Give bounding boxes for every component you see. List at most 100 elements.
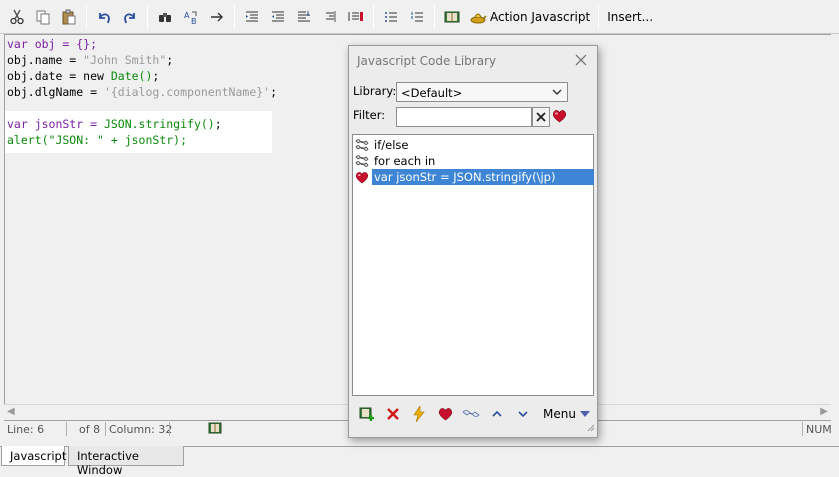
numbered-list-icon[interactable] <box>405 5 429 29</box>
favorite-heart-icon <box>354 169 370 185</box>
move-up-icon[interactable] <box>485 404 509 424</box>
chevron-down-icon <box>579 411 590 417</box>
dialog-title: Javascript Code Library <box>357 54 497 68</box>
goto-icon[interactable] <box>205 5 229 29</box>
code-line[interactable]: obj.date = new Date(); <box>7 68 277 84</box>
toolbar-separator <box>147 4 148 29</box>
status-divider <box>802 422 803 436</box>
code-token: ; <box>166 53 174 67</box>
library-icon[interactable] <box>440 5 464 29</box>
status-line-count: of 8 <box>79 423 101 436</box>
list-item-selected[interactable]: var jsonStr = JSON.stringify(\jp) <box>354 169 594 185</box>
snippet-icon[interactable] <box>459 404 483 424</box>
copy-icon[interactable] <box>31 5 55 29</box>
list-icon[interactable] <box>379 5 403 29</box>
code-token: ; <box>152 69 160 83</box>
undo-icon[interactable] <box>92 5 116 29</box>
format-icon[interactable] <box>292 5 316 29</box>
action-javascript-label: Action Javascript <box>490 9 591 24</box>
status-divider <box>105 422 106 436</box>
add-snippet-icon[interactable] <box>355 404 379 424</box>
snippet-icon <box>354 153 370 169</box>
favorite-heart-icon[interactable] <box>433 404 457 424</box>
action-javascript-button[interactable]: Action Javascript <box>465 5 594 29</box>
code-token: ; <box>270 85 278 99</box>
status-line: Line: 6 <box>7 423 45 436</box>
delete-icon[interactable] <box>381 404 405 424</box>
code-token: Date() <box>110 69 153 83</box>
code-token: obj.name = <box>7 53 84 67</box>
snippet-icon <box>354 137 370 153</box>
filter-label: Filter: <box>353 108 386 122</box>
code-token: obj.date = new <box>7 69 111 83</box>
menu-button[interactable]: Menu <box>543 407 590 421</box>
status-column: Column: 32 <box>109 423 173 436</box>
code-token: var jsonStr = <box>7 117 104 131</box>
favorite-heart-icon[interactable] <box>552 109 567 126</box>
code-line[interactable]: var jsonStr = JSON.stringify(); <box>7 116 277 132</box>
snippet-list[interactable]: if/else for each in var jsonStr = JSON.s… <box>352 134 594 396</box>
library-select-value: <Default> <box>401 86 463 100</box>
bottom-tab-strip: Javascript Interactive Window <box>0 446 839 477</box>
svg-text:B: B <box>191 17 197 25</box>
cut-icon[interactable] <box>5 5 29 29</box>
snippet-label: for each in <box>374 154 436 168</box>
resize-grip-icon[interactable] <box>585 422 595 435</box>
status-num-lock: NUM <box>806 423 832 436</box>
chevron-down-icon <box>552 86 562 100</box>
menu-label: Menu <box>543 407 576 421</box>
toolbar-separator <box>434 4 435 29</box>
tab-interactive-window-label: Interactive Window <box>77 449 139 477</box>
code-content[interactable]: var obj = {}; obj.name = "John Smith"; obj… <box>7 36 277 148</box>
code-line[interactable]: obj.name = "John Smith"; <box>7 52 277 68</box>
scroll-left-icon[interactable]: ◀ <box>7 406 15 417</box>
code-token: alert("JSON: " + jsonStr); <box>7 133 188 147</box>
code-token: var obj = {}; <box>7 37 98 51</box>
indent-icon[interactable] <box>240 5 264 29</box>
list-item[interactable]: if/else <box>354 137 410 153</box>
list-item[interactable]: for each in <box>354 153 437 169</box>
close-icon[interactable] <box>573 52 589 68</box>
code-token: obj.dlgName = <box>7 85 104 99</box>
dialog-toolbar: Menu <box>355 404 595 424</box>
svg-text:A: A <box>184 11 190 20</box>
code-line[interactable]: var obj = {}; <box>7 36 277 52</box>
tab-javascript[interactable]: Javascript <box>1 446 67 466</box>
code-line[interactable]: obj.dlgName = '{dialog.componentName}'; <box>7 84 277 100</box>
toolbar-separator <box>86 4 87 29</box>
code-token: JSON.stringify() <box>103 117 215 131</box>
comment-icon[interactable] <box>344 5 368 29</box>
status-divider <box>169 422 170 436</box>
code-token: "John Smith" <box>83 53 167 67</box>
clear-filter-button[interactable] <box>532 107 550 127</box>
toolbar-separator <box>373 4 374 29</box>
code-library-dialog: Javascript Code Library Library: <Defaul… <box>348 45 598 438</box>
toolbar-separator <box>598 4 600 29</box>
replace-icon[interactable]: AB <box>179 5 203 29</box>
code-line[interactable]: alert("JSON: " + jsonStr); <box>7 132 277 148</box>
code-line[interactable] <box>7 100 277 116</box>
library-select[interactable]: <Default> <box>396 82 568 102</box>
insert-menu-button[interactable]: Insert... <box>603 5 657 29</box>
tab-javascript-label: Javascript <box>10 449 67 463</box>
toolbar-separator <box>234 4 235 29</box>
lightning-icon[interactable] <box>407 404 431 424</box>
tab-interactive-window[interactable]: Interactive Window <box>68 446 184 477</box>
book-icon[interactable] <box>208 421 222 438</box>
redo-icon[interactable] <box>118 5 142 29</box>
snippet-label: if/else <box>374 138 409 152</box>
code-token: '{dialog.componentName}' <box>103 85 271 99</box>
find-icon[interactable] <box>153 5 177 29</box>
insert-label: Insert... <box>607 9 654 24</box>
code-token: ; <box>214 117 222 131</box>
align-right-icon[interactable] <box>318 5 342 29</box>
move-down-icon[interactable] <box>511 404 535 424</box>
scroll-right-icon[interactable]: ▶ <box>820 406 828 417</box>
snippet-label: var jsonStr = JSON.stringify(\jp) <box>372 169 594 185</box>
filter-input[interactable] <box>396 107 532 127</box>
paste-icon[interactable] <box>57 5 81 29</box>
status-divider <box>66 422 67 436</box>
library-label: Library: <box>353 84 397 98</box>
outdent-icon[interactable] <box>266 5 290 29</box>
main-toolbar: AB Action Javascript Insert... <box>0 0 839 34</box>
